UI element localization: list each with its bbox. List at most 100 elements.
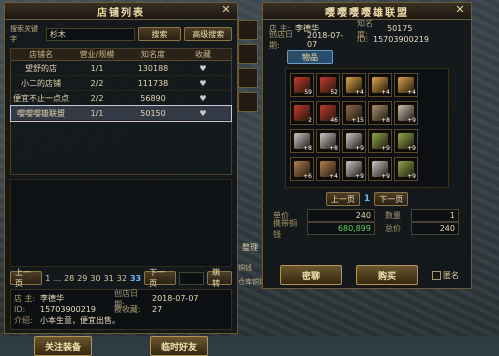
search-button[interactable]: 搜索: [137, 27, 182, 41]
item-slot[interactable]: 2: [290, 101, 314, 125]
shop-list-title-bar: 店铺列表 ✕: [5, 3, 237, 20]
side-tab[interactable]: [238, 44, 258, 64]
tabs: 物品: [263, 48, 471, 66]
heart-icon[interactable]: ♥: [183, 94, 223, 103]
item-slot[interactable]: +8: [368, 101, 392, 125]
side-tab[interactable]: [238, 20, 258, 40]
close-icon[interactable]: ✕: [221, 4, 233, 16]
page-link[interactable]: 28: [64, 274, 74, 283]
follow-equipment-button[interactable]: 关注装备: [33, 336, 92, 356]
item-slot[interactable]: +9: [368, 157, 392, 181]
tab-items[interactable]: 物品: [287, 50, 333, 64]
page-ellipsis: ...: [53, 273, 62, 283]
col-shop-name: 店铺名: [29, 50, 53, 59]
item-slot[interactable]: 59: [290, 73, 314, 97]
item-grid: 59 52 +4 +4 +4 2 46 +15 +8 +9 +8 +8 +9 +9 +9 +6 +4 +9 +9 +9: [285, 68, 449, 188]
heart-icon[interactable]: ♥: [183, 79, 223, 88]
item-quantity: +4: [355, 89, 364, 96]
bottom-buttons: 关注装备 临时好友: [5, 330, 237, 356]
item-slot[interactable]: 46: [316, 101, 340, 125]
item-quantity: +4: [381, 89, 390, 96]
jump-button[interactable]: 跳转: [207, 268, 232, 288]
item-slot[interactable]: +9: [368, 129, 392, 153]
table-header: 店铺名 营业/规模 知名度 收藏: [11, 49, 231, 61]
anonymous-checkbox[interactable]: 匿名: [432, 270, 459, 281]
page-link[interactable]: 32: [117, 274, 127, 283]
purchase-info: 单价 240 数量 1 携带铜钱 680,899 总价 240: [263, 208, 471, 239]
item-quantity: +9: [407, 173, 416, 180]
shop-detail-info: 店 主: 李德华 知名度: 50175 创店日期: 2018-07-07 ID:…: [269, 18, 429, 50]
table-empty-area: [10, 179, 232, 267]
heart-icon[interactable]: ♥: [183, 64, 223, 73]
page-link[interactable]: 1: [45, 274, 50, 283]
shop-detail-panel: 嘤嘤嘤嘤雄联盟 ✕ 店 主: 李德华 知名度: 50175 创店日期: 2018…: [262, 2, 472, 289]
item-quantity: +4: [329, 173, 338, 180]
page-link[interactable]: 30: [90, 274, 100, 283]
table-row-selected[interactable]: 嘤嘤嘤雄联盟 1/1 50150 ♥: [10, 105, 232, 122]
item-slot[interactable]: +9: [342, 157, 366, 181]
pagination: 上一页 1 ... 28 29 30 31 32 33 下一页 跳转: [5, 267, 237, 289]
shop-list-panel: 店铺列表 ✕ 搜索关键字 杉木 搜索 高级搜索 店铺名 营业/规模 知名度 收藏…: [4, 2, 238, 356]
copper-label: 铜钱: [238, 264, 252, 272]
item-quantity: +9: [407, 145, 416, 152]
item-quantity: +8: [329, 145, 338, 152]
prev-page-button[interactable]: 上一页: [10, 268, 43, 288]
item-quantity: 52: [330, 89, 338, 96]
item-slot[interactable]: +9: [394, 129, 418, 153]
price-display: 240: [307, 209, 375, 222]
table-row[interactable]: 望舒的店 1/1 130188 ♥: [11, 61, 231, 76]
page-link[interactable]: 31: [104, 274, 114, 283]
private-chat-button[interactable]: 密聊: [280, 265, 342, 285]
shop-detail-title-bar: 嘤嘤嘤嘤雄联盟 ✕: [263, 3, 471, 20]
item-quantity: +8: [303, 145, 312, 152]
item-quantity: +9: [381, 173, 390, 180]
side-tab[interactable]: [238, 68, 258, 88]
page-current[interactable]: 33: [130, 274, 141, 283]
item-slot[interactable]: +15: [342, 101, 366, 125]
shop-table: 店铺名 营业/规模 知名度 收藏 望舒的店 1/1 130188 ♥ 小二的店铺…: [10, 48, 232, 175]
prev-page-button[interactable]: 上一页: [325, 192, 360, 206]
item-slot[interactable]: +8: [316, 129, 340, 153]
next-page-button[interactable]: 下一页: [374, 192, 409, 206]
page-link[interactable]: 29: [77, 274, 87, 283]
table-row[interactable]: 便宜不止一点点 2/2 56890 ♥: [11, 91, 231, 106]
item-quantity: +6: [303, 173, 312, 180]
item-quantity: +15: [351, 117, 364, 124]
item-quantity: +8: [381, 117, 390, 124]
search-row: 搜索关键字 杉木 搜索 高级搜索: [5, 20, 237, 48]
item-slot[interactable]: +9: [342, 129, 366, 153]
item-slot[interactable]: 52: [316, 73, 340, 97]
item-slot[interactable]: +4: [368, 73, 392, 97]
search-label: 搜索关键字: [10, 25, 38, 43]
search-input[interactable]: 杉木: [45, 27, 135, 41]
close-icon[interactable]: ✕: [455, 4, 467, 16]
item-quantity: +4: [407, 89, 416, 96]
item-quantity: +9: [407, 117, 416, 124]
table-row[interactable]: 小二的店铺 2/2 111738 ♥: [11, 76, 231, 91]
next-page-button[interactable]: 下一页: [144, 268, 177, 288]
col-fame: 知名度: [141, 50, 165, 59]
item-slot[interactable]: +4: [394, 73, 418, 97]
heart-icon[interactable]: ♥: [183, 109, 223, 118]
item-slot[interactable]: +8: [290, 129, 314, 153]
item-slot[interactable]: +9: [394, 101, 418, 125]
owned-copper-display: 680,899: [307, 222, 375, 235]
page-jump-input[interactable]: [179, 271, 205, 285]
item-slot[interactable]: +4: [342, 73, 366, 97]
item-slot[interactable]: +4: [316, 157, 340, 181]
item-slot[interactable]: +6: [290, 157, 314, 181]
side-tab[interactable]: [238, 92, 258, 112]
buy-button[interactable]: 购买: [356, 265, 418, 285]
item-quantity: +9: [381, 145, 390, 152]
page-number: 1: [363, 194, 371, 204]
item-slot[interactable]: +9: [394, 157, 418, 181]
item-pagination: 上一页 1 下一页: [263, 190, 471, 208]
advanced-search-dropdown[interactable]: 高级搜索: [184, 27, 233, 41]
col-scale: 营业/规模: [79, 50, 115, 59]
quantity-input[interactable]: 1: [411, 209, 459, 222]
temp-friend-button[interactable]: 临时好友: [149, 336, 208, 356]
total-price-display: 240: [411, 222, 459, 235]
organize-button[interactable]: 整理: [242, 242, 258, 253]
item-quantity: 2: [308, 117, 312, 124]
item-quantity: +9: [355, 173, 364, 180]
